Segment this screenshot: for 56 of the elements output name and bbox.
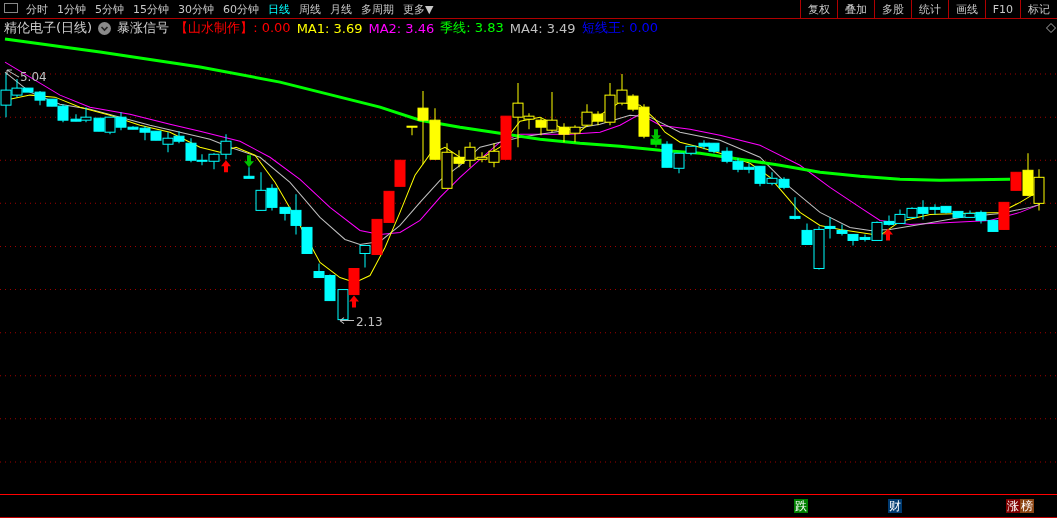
signal-badge[interactable]: 财 [888, 499, 902, 513]
candlestick [348, 268, 360, 296]
candlestick [698, 139, 710, 150]
stock-title: 精伦电子(日线) [4, 19, 93, 37]
period-tab[interactable]: 月线 [330, 1, 352, 17]
window-icon[interactable] [4, 3, 18, 13]
period-tab[interactable]: 15分钟 [133, 1, 169, 17]
period-tab[interactable]: 5分钟 [95, 1, 124, 17]
period-tab[interactable]: 60分钟 [223, 1, 259, 17]
candlestick [569, 124, 581, 143]
signal-badge[interactable]: 榜 [1020, 499, 1034, 513]
candlestick [383, 190, 395, 223]
up-arrow-icon [349, 295, 359, 308]
candlestick [394, 159, 406, 187]
candlestick [778, 176, 790, 190]
indicator-value: MA2: 3.46 [368, 20, 435, 36]
period-tab[interactable]: 30分钟 [178, 1, 214, 17]
indicator-value: 短线王: 0.00 [581, 19, 659, 37]
up-arrow-icon [221, 160, 231, 173]
toolbar-button[interactable]: 标记 [1020, 0, 1057, 18]
candlestick [732, 157, 744, 173]
toolbar-button[interactable]: 叠加 [836, 0, 874, 18]
signal-badge[interactable]: 涨 [1006, 499, 1020, 513]
toolbar-button[interactable]: 统计 [910, 0, 948, 18]
candlestick [93, 117, 105, 132]
signal-badge[interactable]: 跌 [794, 499, 808, 513]
candlestick [104, 116, 116, 135]
down-arrow-icon [651, 129, 661, 142]
candlestick [337, 289, 349, 321]
period-tab[interactable]: 日线 [268, 1, 290, 17]
candlestick [789, 196, 801, 220]
leader-line [339, 317, 355, 325]
indicator-value: MA4: 3.49 [509, 20, 576, 36]
period-tab[interactable]: 更多▼ [403, 1, 434, 17]
down-arrow-icon [244, 155, 254, 168]
period-tab[interactable]: 周线 [299, 1, 321, 17]
toolbar-button[interactable]: 多股 [873, 0, 911, 18]
low-price-label: 2.13 [356, 314, 383, 329]
candlestick [429, 107, 441, 160]
toolbar-button[interactable]: 复权 [799, 0, 837, 18]
up-arrow-icon [883, 228, 893, 241]
indicator-name[interactable]: 暴涨信号 [117, 19, 170, 37]
candlestick [940, 205, 952, 214]
period-tab[interactable]: 多周期 [361, 1, 394, 17]
diamond-icon[interactable] [1046, 23, 1056, 33]
period-tab[interactable]: 1分钟 [57, 1, 86, 17]
indicator-value: 季线: 3.83 [440, 19, 504, 37]
leader-line [6, 69, 20, 78]
toolbar-button[interactable]: 画线 [947, 0, 985, 18]
candlestick [1033, 168, 1045, 211]
candlestick [894, 208, 906, 224]
toolbar-button[interactable]: F10 [984, 0, 1020, 18]
indicator-value: 【山水制作】: 0.00 [175, 19, 291, 37]
period-tab[interactable]: 分时 [26, 1, 48, 17]
dropdown-icon[interactable] [98, 21, 112, 35]
indicator-value: MA1: 3.69 [296, 20, 363, 36]
